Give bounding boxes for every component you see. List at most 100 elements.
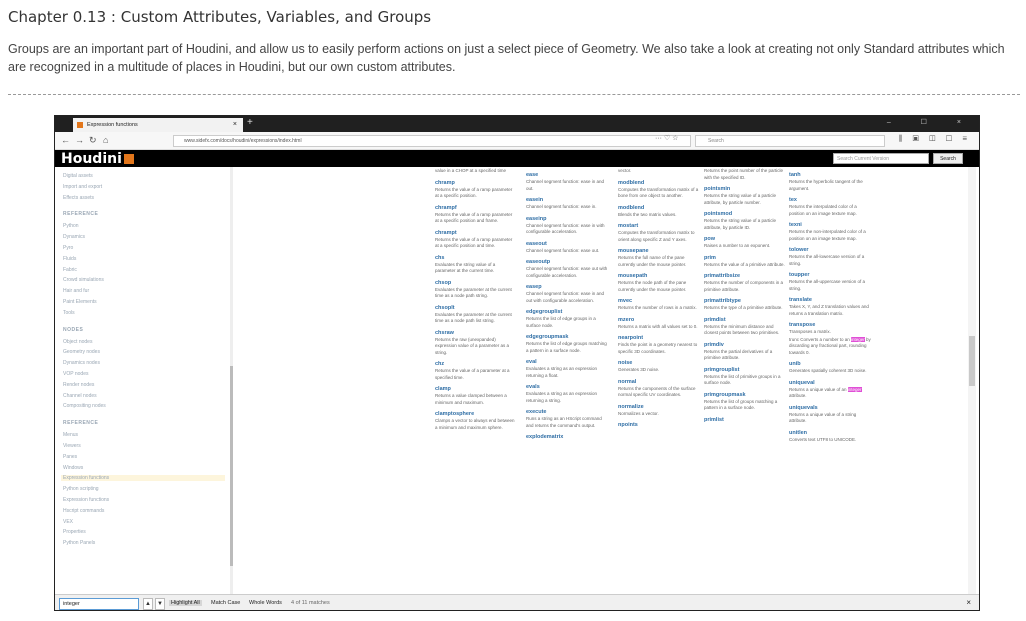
sidebar-item[interactable]: Menus: [63, 432, 78, 438]
function-link[interactable]: edgegroupmask: [526, 334, 608, 340]
function-link[interactable]: normalize: [618, 404, 700, 410]
sidebar-item[interactable]: Windows: [63, 465, 83, 471]
find-previous-button[interactable]: ▲: [143, 598, 153, 610]
function-link[interactable]: nearpoint: [618, 335, 700, 341]
function-link[interactable]: primgrouplist: [704, 367, 786, 373]
sidebar-item[interactable]: Python scripting: [63, 486, 99, 492]
function-link[interactable]: easeinp: [526, 216, 608, 222]
function-link[interactable]: easein: [526, 197, 608, 203]
highlight-all-toggle[interactable]: Highlight All: [169, 600, 202, 606]
function-link[interactable]: easeout: [526, 241, 608, 247]
function-link[interactable]: primattribtype: [704, 298, 786, 304]
function-link[interactable]: mousepath: [618, 273, 700, 279]
function-link[interactable]: clamp: [435, 386, 517, 392]
sidebar-item[interactable]: Object nodes: [63, 339, 92, 345]
function-link[interactable]: chramp: [435, 180, 517, 186]
sidebar-item[interactable]: Render nodes: [63, 382, 94, 388]
houdini-logo[interactable]: Houdini: [61, 151, 134, 167]
function-link[interactable]: edgegrouplist: [526, 309, 608, 315]
function-link[interactable]: primdist: [704, 317, 786, 323]
function-link[interactable]: easeoutp: [526, 259, 608, 265]
url-bar[interactable]: www.sidefx.com/docs/houdini/expressions/…: [173, 135, 691, 147]
home-icon[interactable]: ⌂: [103, 135, 108, 145]
sidebar-item[interactable]: Dynamics: [63, 234, 85, 240]
sidebar-item[interactable]: Python: [63, 223, 79, 229]
window-controls[interactable]: – ☐ ×: [887, 118, 975, 126]
function-link[interactable]: primlist: [704, 417, 786, 423]
sidebar-item[interactable]: Hair and fur: [63, 288, 89, 294]
sidebar-item[interactable]: Expression functions: [63, 497, 109, 503]
function-link[interactable]: chs: [435, 255, 517, 261]
function-link[interactable]: evals: [526, 384, 608, 390]
function-link[interactable]: pointsmin: [704, 186, 786, 192]
sidebar-item[interactable]: Import and export: [63, 184, 102, 190]
page-scroll-thumb[interactable]: [969, 336, 975, 386]
function-link[interactable]: tanh: [789, 172, 871, 178]
function-link[interactable]: modblend: [618, 180, 700, 186]
function-link[interactable]: tex: [789, 197, 871, 203]
function-link[interactable]: primattribsize: [704, 273, 786, 279]
new-tab-button[interactable]: +: [247, 117, 253, 128]
sidebar-item[interactable]: Fabric: [63, 267, 77, 273]
function-link[interactable]: explodematrix: [526, 434, 608, 440]
function-link[interactable]: unib: [789, 361, 871, 367]
function-link[interactable]: pow: [704, 236, 786, 242]
function-link[interactable]: mostart: [618, 223, 700, 229]
back-icon[interactable]: ←: [61, 135, 70, 145]
function-link[interactable]: uniquevals: [789, 405, 871, 411]
sidebar-item[interactable]: Viewers: [63, 443, 81, 449]
function-link[interactable]: texni: [789, 222, 871, 228]
function-link[interactable]: toupper: [789, 272, 871, 278]
toolbar-icons[interactable]: ⫼ ▣ ◫ ☐ ≡: [899, 134, 971, 144]
match-case-toggle[interactable]: Match Case: [211, 600, 240, 606]
function-link[interactable]: clamptosphere: [435, 411, 517, 417]
function-link[interactable]: execute: [526, 409, 608, 415]
site-search-input[interactable]: Search Current Version: [833, 153, 929, 164]
sidebar-item[interactable]: Fluids: [63, 256, 76, 262]
whole-words-toggle[interactable]: Whole Words: [249, 600, 282, 606]
function-link[interactable]: mousepane: [618, 248, 700, 254]
site-search-button[interactable]: Search: [933, 153, 963, 164]
function-link[interactable]: mvec: [618, 298, 700, 304]
sidebar-item[interactable]: Paint Elements: [63, 299, 97, 305]
sidebar-item[interactable]: Tools: [63, 310, 75, 316]
sidebar-item[interactable]: VEX: [63, 519, 73, 525]
find-next-button[interactable]: ▼: [155, 598, 165, 610]
sidebar-item[interactable]: Compositing nodes: [63, 403, 106, 409]
function-link[interactable]: ease: [526, 172, 608, 178]
function-link[interactable]: npoints: [618, 422, 700, 428]
function-link[interactable]: primdiv: [704, 342, 786, 348]
function-link[interactable]: modblend: [618, 205, 700, 211]
sidebar-item[interactable]: Channel nodes: [63, 393, 97, 399]
function-link[interactable]: mzero: [618, 317, 700, 323]
reload-icon[interactable]: ↻: [89, 135, 97, 146]
forward-icon[interactable]: →: [75, 135, 84, 145]
function-link[interactable]: primgroupmask: [704, 392, 786, 398]
find-input[interactable]: integer: [59, 598, 139, 610]
sidebar-item[interactable]: Python Panels: [63, 540, 95, 546]
sidebar-section-heading[interactable]: REFERENCE: [63, 211, 98, 217]
function-link[interactable]: tolower: [789, 247, 871, 253]
sidebar-item[interactable]: VOP nodes: [63, 371, 88, 377]
function-link[interactable]: transpose: [789, 322, 871, 328]
browser-tab[interactable]: Expression functions ×: [73, 118, 243, 132]
sidebar-item[interactable]: Geometry nodes: [63, 349, 100, 355]
close-tab-icon[interactable]: ×: [233, 118, 237, 132]
function-link[interactable]: chsraw: [435, 330, 517, 336]
sidebar-section-heading[interactable]: REFERENCE: [63, 420, 98, 426]
function-link[interactable]: pointsmod: [704, 211, 786, 217]
function-link[interactable]: prim: [704, 255, 786, 261]
sidebar-item[interactable]: Digital assets: [63, 173, 93, 179]
sidebar-item[interactable]: Panes: [63, 454, 77, 460]
sidebar-item[interactable]: Properties: [63, 529, 86, 535]
sidebar-section-heading[interactable]: NODES: [63, 327, 83, 333]
sidebar-item[interactable]: Pyro: [63, 245, 73, 251]
function-link[interactable]: chrampf: [435, 205, 517, 211]
function-link[interactable]: eval: [526, 359, 608, 365]
function-link[interactable]: unitlen: [789, 430, 871, 436]
function-link[interactable]: translate: [789, 297, 871, 303]
sidebar-item[interactable]: Effects assets: [63, 195, 94, 201]
browser-search-input[interactable]: Search: [695, 135, 885, 147]
function-link[interactable]: chsop: [435, 280, 517, 286]
function-link[interactable]: chz: [435, 361, 517, 367]
